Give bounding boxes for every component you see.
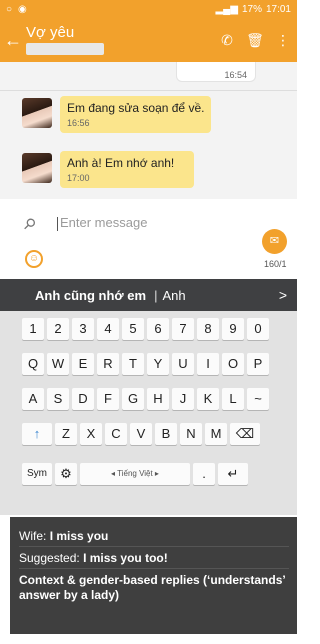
- key-n[interactable]: N: [180, 423, 202, 445]
- suggestion-secondary[interactable]: Anh: [162, 288, 185, 303]
- key-g[interactable]: G: [122, 388, 144, 410]
- key-8[interactable]: 8: [197, 318, 219, 340]
- caption-wife-text: I miss you: [49, 529, 109, 543]
- smiley-icon[interactable]: ☺: [25, 250, 43, 268]
- key-s[interactable]: S: [47, 388, 69, 410]
- suggestion-primary[interactable]: Anh cũng nhớ em: [35, 288, 146, 303]
- key-y[interactable]: Y: [147, 353, 169, 375]
- chevron-right-icon[interactable]: >: [279, 287, 287, 303]
- divider: [0, 90, 297, 91]
- message-bubble[interactable]: Anh à! Em nhớ anh! 17:00: [60, 151, 194, 188]
- key-l[interactable]: L: [222, 388, 244, 410]
- key-i[interactable]: I: [197, 353, 219, 375]
- caption-wife-line: Wife: I miss you: [19, 525, 289, 547]
- message-row[interactable]: Anh à! Em nhớ anh! 17:00: [22, 151, 194, 188]
- message-text: Anh à! Em nhớ anh!: [67, 156, 175, 170]
- key-t[interactable]: T: [122, 353, 144, 375]
- message-text: Em đang sửa soạn để về.: [67, 101, 205, 115]
- key-7[interactable]: 7: [172, 318, 194, 340]
- qwerty-row: Q W E R T Y U I O P: [22, 353, 269, 375]
- app-bar: ← Vợ yêu ✆ 🗑 ⋮: [0, 18, 297, 62]
- suggestion-divider: |: [154, 287, 158, 303]
- key-o[interactable]: O: [222, 353, 244, 375]
- zxcv-row: ↑ Z X C V B N M ⌫: [22, 423, 260, 445]
- key-3[interactable]: 3: [72, 318, 94, 340]
- avatar: [22, 98, 52, 128]
- redacted-phone-number: [26, 43, 104, 55]
- key-w[interactable]: W: [47, 353, 69, 375]
- key-6[interactable]: 6: [147, 318, 169, 340]
- previous-message-time: 16:54: [176, 62, 256, 82]
- key-c[interactable]: C: [105, 423, 127, 445]
- phone-icon[interactable]: ✆: [213, 32, 241, 49]
- key-2[interactable]: 2: [47, 318, 69, 340]
- key-z[interactable]: Z: [55, 423, 77, 445]
- gear-icon[interactable]: ⚙: [55, 463, 77, 485]
- enter-key[interactable]: ↵: [218, 463, 248, 485]
- message-bubble[interactable]: Em đang sửa soạn để về. 16:56: [60, 96, 212, 133]
- suggestion-bar: Anh cũng nhớ em | Anh >: [0, 279, 297, 311]
- key-d[interactable]: D: [72, 388, 94, 410]
- key-x[interactable]: X: [80, 423, 102, 445]
- asdf-row: A S D F G H J K L ~: [22, 388, 269, 410]
- paperclip-icon[interactable]: ⚲: [19, 214, 40, 234]
- status-bar: ○ ◉ ▂▄▆ 17% 17:01: [0, 0, 297, 18]
- character-counter: 160/1: [264, 259, 287, 269]
- message-time: 17:00: [67, 173, 90, 183]
- caption-box: Wife: I miss you Suggested: I miss you t…: [10, 517, 297, 634]
- envelope-icon: ✉: [269, 235, 280, 247]
- key-j[interactable]: J: [172, 388, 194, 410]
- key-e[interactable]: E: [72, 353, 94, 375]
- circle-dot-icon: ◉: [18, 3, 27, 15]
- key-v[interactable]: V: [130, 423, 152, 445]
- space-bar[interactable]: ◂ Tiếng Việt ▸: [80, 463, 190, 485]
- key-q[interactable]: Q: [22, 353, 44, 375]
- more-options-icon[interactable]: ⋮: [269, 32, 297, 49]
- shift-key[interactable]: ↑: [22, 423, 52, 445]
- caption-suggested-label: Suggested:: [19, 551, 80, 565]
- avatar: [22, 153, 52, 183]
- backspace-key[interactable]: ⌫: [230, 423, 260, 445]
- clock: 17:01: [265, 3, 291, 15]
- message-input[interactable]: Enter message: [57, 215, 147, 231]
- battery-level: 17%: [241, 3, 262, 15]
- caption-suggested-text: I miss you too!: [83, 551, 168, 565]
- key-1[interactable]: 1: [22, 318, 44, 340]
- period-key[interactable]: .: [193, 463, 215, 485]
- caption-wife-label: Wife:: [19, 529, 47, 543]
- key-p[interactable]: P: [247, 353, 269, 375]
- key-r[interactable]: R: [97, 353, 119, 375]
- trash-icon[interactable]: 🗑: [241, 32, 269, 49]
- key-b[interactable]: B: [155, 423, 177, 445]
- key-4[interactable]: 4: [97, 318, 119, 340]
- caption-suggested-line: Suggested: I miss you too!: [19, 547, 289, 569]
- number-row: 1 2 3 4 5 6 7 8 9 0: [22, 318, 269, 340]
- key-9[interactable]: 9: [222, 318, 244, 340]
- signal-icon: ▂▄▆: [215, 3, 238, 15]
- key-f[interactable]: F: [97, 388, 119, 410]
- message-time: 16:56: [67, 118, 90, 128]
- message-composer: ⚲ Enter message ☺ ✉ 160/1: [0, 199, 297, 279]
- caption-note: Context & gender-based replies (‘underst…: [19, 573, 286, 602]
- back-arrow-icon[interactable]: ←: [0, 30, 26, 51]
- circle-icon: ○: [6, 3, 13, 15]
- contact-name: Vợ yêu: [26, 24, 75, 41]
- key-h[interactable]: H: [147, 388, 169, 410]
- key-tilde[interactable]: ~: [247, 388, 269, 410]
- message-row[interactable]: Em đang sửa soạn để về. 16:56: [22, 96, 212, 133]
- key-m[interactable]: M: [205, 423, 227, 445]
- key-5[interactable]: 5: [122, 318, 144, 340]
- send-button[interactable]: ✉: [262, 229, 287, 254]
- symbol-key[interactable]: Sym: [22, 463, 52, 485]
- keyboard: Anh cũng nhớ em | Anh > 1 2 3 4 5 6 7 8 …: [0, 279, 297, 515]
- key-0[interactable]: 0: [247, 318, 269, 340]
- key-k[interactable]: K: [197, 388, 219, 410]
- key-a[interactable]: A: [22, 388, 44, 410]
- bottom-row: Sym ⚙ ◂ Tiếng Việt ▸ . ↵: [22, 463, 248, 485]
- conversation-area: 16:54 Em đang sửa soạn để về. 16:56 Anh …: [0, 62, 297, 199]
- key-u[interactable]: U: [172, 353, 194, 375]
